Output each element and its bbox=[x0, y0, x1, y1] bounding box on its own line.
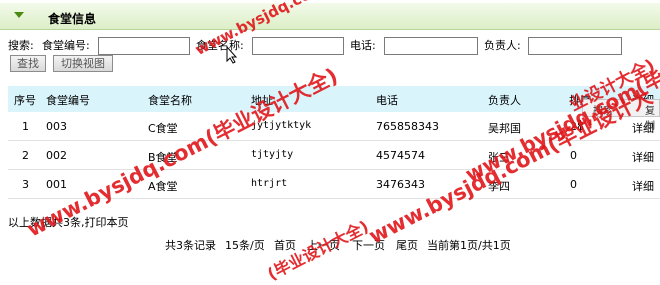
page-title: 食堂信息 bbox=[48, 12, 97, 26]
last-page-link[interactable]: 尾页 bbox=[396, 237, 418, 253]
cell-address: htrjrt bbox=[251, 178, 288, 189]
cell-phone: 4574574 bbox=[376, 149, 425, 162]
switch-view-button[interactable]: 切换视图 bbox=[53, 55, 113, 72]
cell-index: 3 bbox=[22, 178, 29, 191]
cell-phone: 765858343 bbox=[376, 120, 439, 133]
panel-titlebar: 食堂信息 bbox=[0, 3, 660, 30]
phone-input[interactable] bbox=[384, 37, 478, 55]
phone-label: 电话: bbox=[350, 39, 376, 52]
canteen-no-label: 食堂编号: bbox=[42, 39, 90, 52]
col-no: 食堂编号 bbox=[46, 94, 90, 107]
manager-input[interactable] bbox=[528, 37, 622, 55]
find-button[interactable]: 查找 bbox=[10, 55, 46, 72]
collapse-arrow-icon[interactable] bbox=[14, 12, 24, 18]
col-name: 食堂名称 bbox=[148, 94, 192, 107]
cell-name: C食堂 bbox=[148, 122, 178, 135]
cell-phone: 3476343 bbox=[376, 178, 425, 191]
cell-no: 002 bbox=[46, 149, 67, 162]
detail-link[interactable]: 详细 bbox=[632, 149, 654, 165]
mouse-pointer-icon bbox=[226, 46, 238, 64]
cell-order[interactable]: 0 bbox=[570, 178, 577, 191]
canteen-no-input[interactable] bbox=[98, 37, 190, 55]
col-index: 序号 bbox=[14, 94, 36, 107]
col-phone: 电话 bbox=[376, 94, 398, 107]
detail-link[interactable]: 详细 bbox=[632, 178, 654, 194]
manager-label: 负责人: bbox=[484, 39, 521, 52]
cell-address: tjtyjty bbox=[251, 149, 294, 160]
cell-index: 2 bbox=[22, 149, 29, 162]
pager-total: 共3条记录 bbox=[165, 239, 216, 252]
cell-no: 001 bbox=[46, 178, 67, 191]
search-label: 搜索: bbox=[8, 39, 34, 52]
cell-no: 003 bbox=[46, 120, 67, 133]
pager-current: 当前第1页/共1页 bbox=[427, 239, 511, 252]
cell-index: 1 bbox=[22, 120, 29, 133]
canteen-name-input[interactable] bbox=[252, 37, 344, 55]
col-manager: 负责人 bbox=[488, 94, 521, 107]
pager-per-page: 15条/页 bbox=[225, 239, 265, 252]
